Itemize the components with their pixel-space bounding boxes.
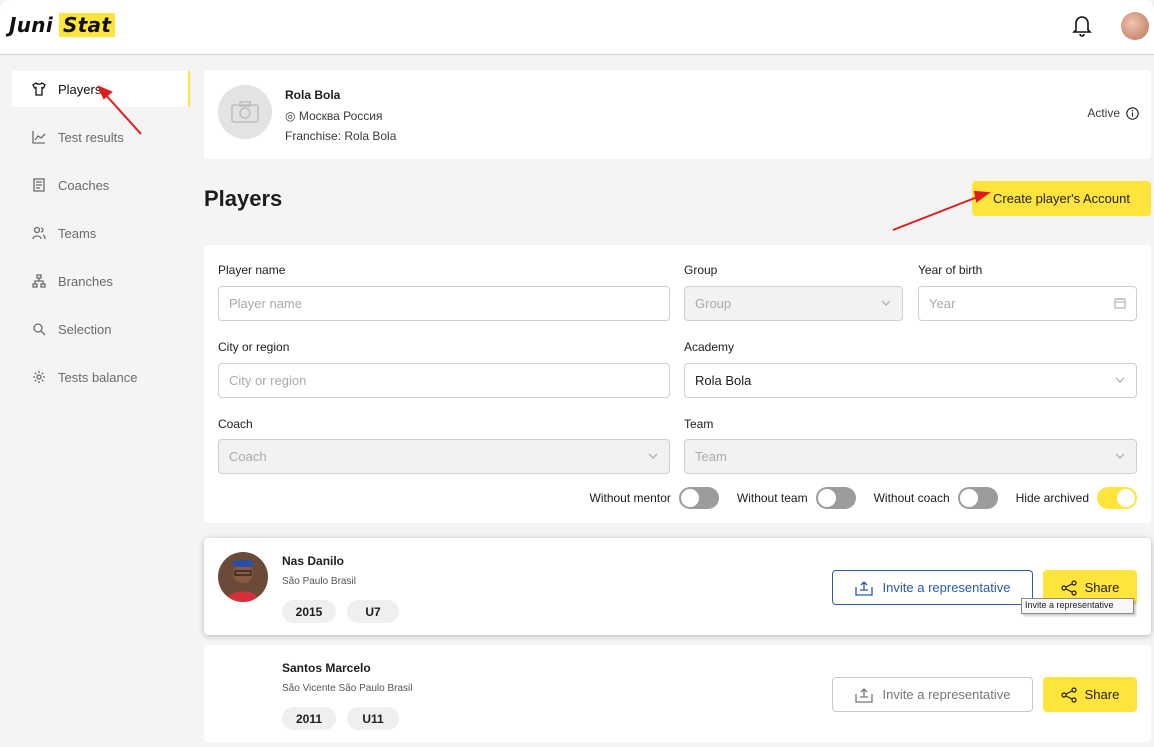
group-select[interactable]: Group — [684, 286, 903, 321]
logo[interactable]: Juni Stat — [9, 13, 116, 37]
top-bar: Juni Stat — [0, 0, 1154, 55]
city-input[interactable]: City or region — [218, 363, 670, 398]
inbox-upload-icon — [854, 687, 873, 703]
player-card[interactable]: Nas Danilo São Paulo Brasil 2015 U7 Invi… — [204, 538, 1151, 635]
bell-icon[interactable] — [1072, 13, 1092, 37]
filters-panel: Player name Player name Group Group Year… — [204, 245, 1151, 523]
without-team-label: Without team — [736, 491, 808, 505]
tooltip: Invite a representative — [1021, 598, 1134, 614]
academy-card: Rola Bola ◎ Москва Россия Franchise: Rol… — [204, 70, 1151, 159]
player-avatar — [218, 552, 268, 602]
sidebar: Players Test results Coaches Teams Branc… — [0, 56, 194, 747]
player-location: São Paulo Brasil — [282, 576, 356, 587]
sidebar-item-label: Players — [58, 81, 102, 97]
team-placeholder: Team — [695, 449, 727, 464]
share-icon — [1061, 686, 1077, 703]
hide-archived-toggle[interactable] — [1097, 487, 1137, 509]
camera-icon[interactable] — [218, 85, 272, 139]
city-label: City or region — [218, 340, 290, 354]
invite-label: Invite a representative — [882, 687, 1011, 702]
sidebar-item-selection[interactable]: Selection — [12, 311, 190, 347]
share-button[interactable]: Share — [1043, 677, 1137, 712]
shirt-icon — [32, 82, 46, 96]
location-pin-icon: ◎ — [285, 109, 296, 123]
sidebar-item-branches[interactable]: Branches — [12, 263, 190, 299]
chevron-down-icon — [1115, 453, 1125, 459]
invite-representative-button[interactable]: Invite a representative — [832, 570, 1033, 605]
create-player-account-button[interactable]: Create player's Account — [972, 181, 1151, 216]
calendar-icon — [1114, 298, 1126, 309]
without-mentor-label: Without mentor — [589, 491, 671, 505]
hierarchy-icon — [32, 274, 46, 288]
chevron-down-icon — [648, 453, 658, 459]
logo-text-juni: Juni — [9, 13, 53, 37]
academy-select[interactable]: Rola Bola — [684, 363, 1137, 398]
player-name[interactable]: Nas Danilo — [282, 554, 344, 568]
toggle-row: Without mentor Without team Without coac… — [589, 487, 1137, 509]
sidebar-item-label: Coaches — [58, 177, 110, 193]
sidebar-item-tests-balance[interactable]: Tests balance — [12, 359, 190, 395]
academy-location-text: Москва Россия — [298, 109, 383, 123]
academy-value: Rola Bola — [695, 373, 752, 388]
status-text: Active — [1087, 106, 1120, 120]
hide-archived-label: Hide archived — [1015, 491, 1089, 505]
year-of-birth-label: Year of birth — [918, 263, 983, 277]
without-mentor-toggle[interactable] — [678, 487, 719, 509]
sidebar-item-label: Selection — [58, 321, 112, 337]
player-name-label: Player name — [218, 263, 286, 277]
group-label: Group — [684, 263, 718, 277]
share-label: Share — [1084, 580, 1120, 595]
share-label: Share — [1084, 687, 1120, 702]
academy-status: Active — [1087, 106, 1139, 120]
player-name[interactable]: Santos Marcelo — [282, 661, 371, 675]
chart-line-icon — [32, 131, 46, 144]
inbox-upload-icon — [854, 580, 873, 596]
group-placeholder: Group — [695, 296, 732, 311]
coach-placeholder: Coach — [229, 449, 267, 464]
sidebar-item-test-results[interactable]: Test results — [12, 119, 190, 155]
academy-franchise: Franchise: Rola Bola — [285, 129, 397, 143]
invite-label: Invite a representative — [882, 580, 1011, 595]
academy-label: Academy — [684, 340, 735, 354]
search-icon — [33, 323, 46, 336]
academy-location: ◎ Москва Россия — [285, 109, 382, 123]
chevron-down-icon — [1115, 377, 1125, 383]
app-window: Juni Stat Players Test results Coaches T… — [0, 0, 1154, 747]
player-group-badge: U11 — [347, 707, 399, 730]
sidebar-item-label: Branches — [58, 273, 113, 289]
academy-name: Rola Bola — [285, 88, 341, 102]
sidebar-item-coaches[interactable]: Coaches — [12, 167, 190, 203]
sidebar-item-teams[interactable]: Teams — [12, 215, 190, 251]
without-coach-toggle[interactable] — [957, 487, 998, 509]
coach-select[interactable]: Coach — [218, 439, 670, 474]
player-group-badge: U7 — [347, 600, 399, 623]
sidebar-item-players[interactable]: Players — [12, 71, 190, 107]
chevron-down-icon — [881, 300, 891, 306]
logo-text-stat: Stat — [58, 13, 116, 37]
clipboard-icon — [33, 178, 45, 192]
player-year-badge: 2015 — [282, 600, 336, 623]
player-name-input[interactable]: Player name — [218, 286, 670, 321]
page-title: Players — [204, 186, 283, 211]
user-avatar[interactable] — [1121, 12, 1149, 40]
team-select[interactable]: Team — [684, 439, 1137, 474]
player-location: São Vicente São Paulo Brasil — [282, 683, 413, 694]
without-coach-label: Without coach — [873, 491, 950, 505]
users-icon — [32, 226, 46, 240]
share-icon — [1061, 579, 1077, 596]
year-of-birth-input[interactable]: Year — [918, 286, 1137, 321]
sidebar-item-label: Test results — [58, 129, 124, 145]
sidebar-item-label: Tests balance — [58, 369, 138, 385]
coach-label: Coach — [218, 417, 253, 431]
year-placeholder: Year — [929, 296, 956, 311]
sidebar-item-label: Teams — [58, 225, 97, 241]
team-label: Team — [684, 417, 714, 431]
player-year-badge: 2011 — [282, 707, 336, 730]
gear-icon — [33, 371, 45, 383]
without-team-toggle[interactable] — [815, 487, 856, 509]
invite-representative-button[interactable]: Invite a representative — [832, 677, 1033, 712]
info-icon[interactable] — [1126, 106, 1139, 120]
player-card[interactable]: Santos Marcelo São Vicente São Paulo Bra… — [204, 645, 1151, 742]
